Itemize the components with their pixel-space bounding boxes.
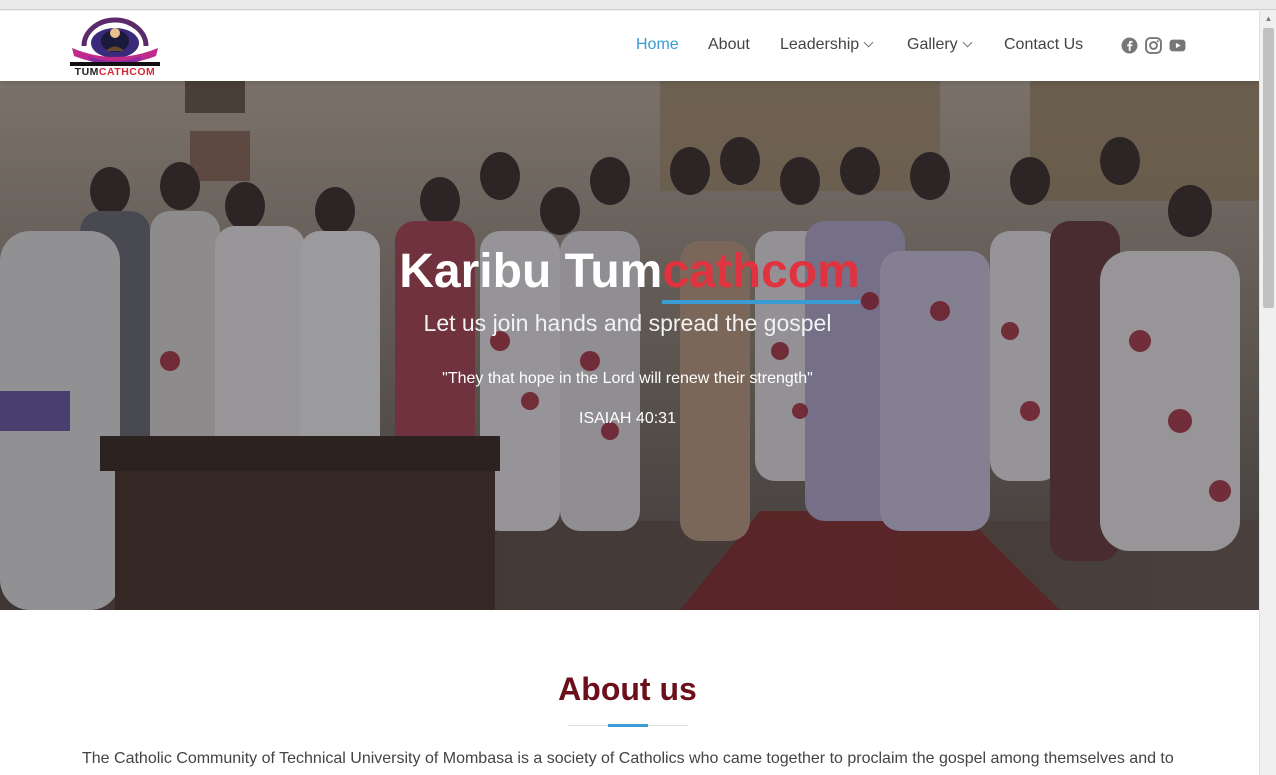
nav-about-label: About [708,36,750,53]
site-header: TUMCATHCOM Home About Leadership Gallery… [0,11,1259,81]
page-viewport: TUMCATHCOM Home About Leadership Gallery… [0,11,1259,775]
nav-leadership-label: Leadership [780,36,860,53]
hero-title-main: Karibu Tum [399,245,663,298]
about-text: The Catholic Community of Technical Univ… [82,750,1174,767]
site-logo[interactable]: TUMCATHCOM [70,16,160,78]
nav-contact[interactable]: Contact Us [1004,36,1083,54]
hero-subtitle: Let us join hands and spread the gospel [423,310,832,336]
logo-wordmark: TUMCATHCOM [70,66,160,78]
nav-gallery-label: Gallery [907,36,958,53]
chevron-down-icon [962,37,973,48]
hero-reference: ISAIAH 40:31 [579,410,676,427]
logo-wordmark-tum: TUM [74,66,99,78]
hero-quote: "They that hope in the Lord will renew t… [442,370,813,387]
nav-home-label: Home [636,36,679,53]
logo-emblem [72,17,158,64]
facebook-icon[interactable] [1121,37,1138,54]
nav-contact-label: Contact Us [1004,36,1084,53]
youtube-icon[interactable] [1169,37,1186,54]
hero-title-highlight: cathcom [662,245,860,298]
hero-title: Karibu Tumcathcom [0,244,1259,300]
page-scrollbar[interactable]: ▲ [1259,11,1276,775]
instagram-icon[interactable] [1145,37,1162,54]
logo-wordmark-cathcom: CATHCOM [98,66,156,78]
about-title: About us [558,671,697,707]
nav-leadership[interactable]: Leadership [780,36,874,54]
nav-gallery[interactable]: Gallery [907,36,973,54]
about-divider-accent [608,724,648,727]
browser-top-strip [0,0,1276,10]
hero-banner: Karibu Tumcathcom Let us join hands and … [0,81,1259,610]
scrollbar-thumb[interactable] [1263,28,1274,308]
scroll-up-arrow-icon[interactable]: ▲ [1260,11,1276,27]
nav-home[interactable]: Home [636,36,679,54]
hero-content: Karibu Tumcathcom Let us join hands and … [0,81,1259,610]
chevron-down-icon [863,37,874,48]
nav-about[interactable]: About [708,36,750,54]
